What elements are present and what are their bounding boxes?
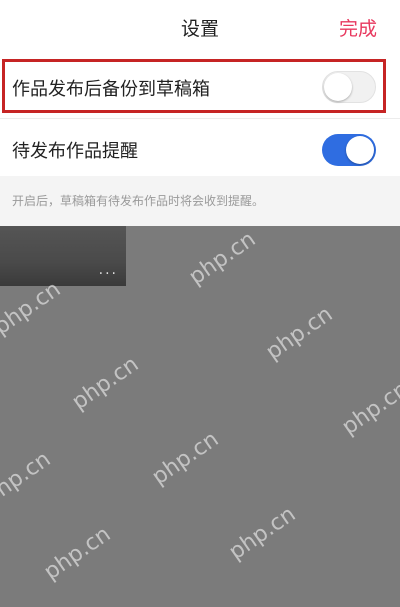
watermark: php.cn: [67, 351, 144, 416]
done-button[interactable]: 完成: [339, 14, 377, 41]
watermark: php.cn: [184, 226, 261, 291]
gray-overlay: ... php.cn php.cn php.cn php.cn php.cn p…: [0, 226, 400, 607]
watermark: php.cn: [261, 301, 338, 366]
toggle-knob: [346, 136, 374, 164]
more-dots-icon: ...: [98, 262, 118, 278]
reminder-toggle[interactable]: [322, 134, 376, 166]
watermark: php.cn: [39, 521, 116, 586]
backup-toggle[interactable]: [322, 71, 376, 103]
hint-text: 开启后，草稿箱有待发布作品时将会收到提醒。: [12, 194, 265, 208]
watermark: php.cn: [0, 446, 56, 511]
header: 设置 完成: [0, 0, 400, 56]
divider: [0, 118, 400, 119]
toggle-knob: [324, 73, 352, 101]
reminder-setting-row[interactable]: 待发布作品提醒: [0, 125, 400, 175]
hint-section: 开启后，草稿箱有待发布作品时将会收到提醒。: [0, 176, 400, 226]
backup-setting-row[interactable]: 作品发布后备份到草稿箱: [0, 59, 400, 115]
reminder-setting-label: 待发布作品提醒: [12, 141, 138, 162]
backup-setting-label: 作品发布后备份到草稿箱: [12, 79, 210, 100]
watermark: php.cn: [224, 501, 301, 566]
watermark: php.cn: [337, 376, 400, 441]
watermark: php.cn: [0, 276, 66, 341]
thumbnail: ...: [0, 226, 126, 286]
watermark: php.cn: [147, 426, 224, 491]
